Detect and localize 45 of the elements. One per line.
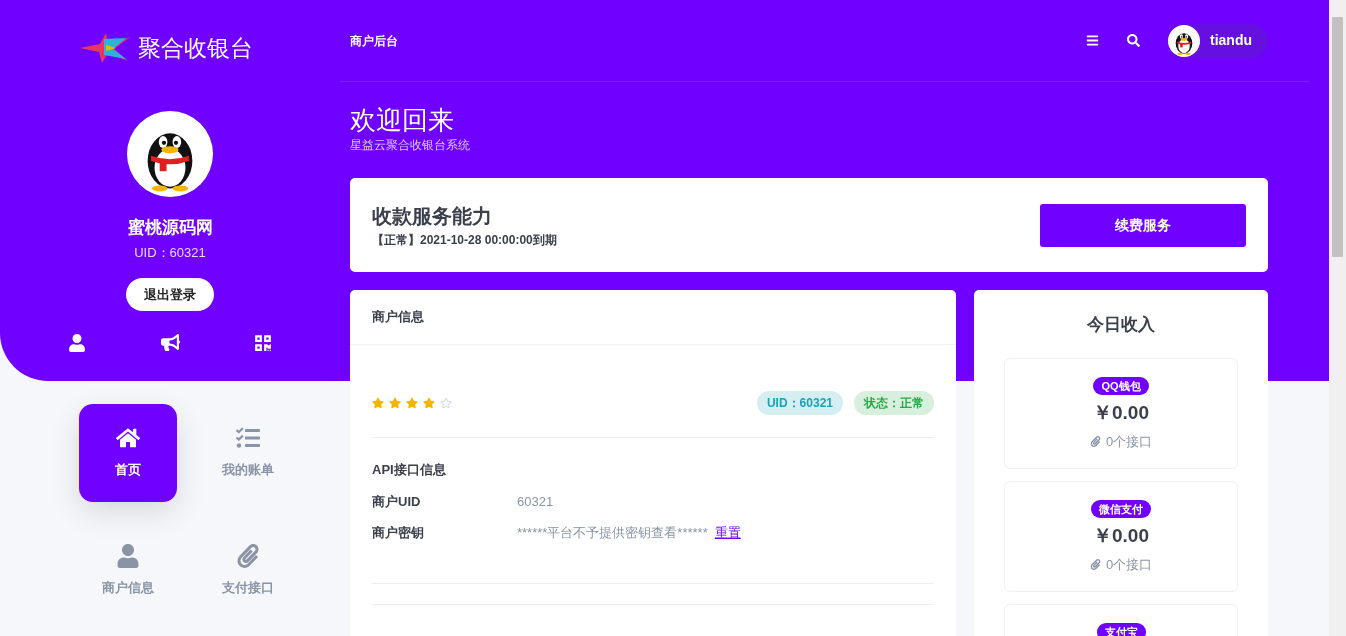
service-status: 【正常】2021-10-28 00:00:00到期: [372, 232, 557, 249]
income-amount: ￥0.00: [1093, 401, 1149, 425]
income-title: 今日收入: [1087, 314, 1155, 336]
logout-button[interactable]: 退出登录: [126, 278, 214, 311]
star-icon: [406, 397, 418, 409]
api-title: API接口信息: [372, 461, 447, 479]
field-label: 商户密钥: [372, 524, 425, 542]
search-icon[interactable]: [1127, 34, 1140, 47]
channel-tag: 微信支付: [1091, 499, 1151, 518]
star-icon: [440, 397, 452, 409]
star-icon: [423, 397, 435, 409]
status-tag: UID：60321: [756, 391, 843, 415]
checklist-icon: [236, 426, 260, 451]
logo-icon: [80, 33, 130, 63]
qr-code-icon[interactable]: [254, 333, 272, 352]
channel-tag: QQ钱包: [1093, 376, 1149, 395]
brand-name: 聚合收银台: [138, 33, 253, 63]
profile-name: 蜜桃源码网: [127, 217, 213, 239]
merchant-tab[interactable]: 商户信息: [372, 307, 424, 327]
paperclip-icon: [1089, 435, 1101, 447]
status-tag: 状态：正常: [854, 391, 934, 415]
reset-link[interactable]: 重置: [714, 523, 741, 543]
megaphone-icon[interactable]: [160, 333, 180, 352]
field-value: 60321: [517, 492, 554, 511]
service-title: 收款服务能力: [372, 204, 493, 229]
scrollbar[interactable]: [1329, 0, 1346, 636]
star-icon: [372, 397, 384, 409]
menu-icon[interactable]: [1086, 34, 1099, 47]
user-icon[interactable]: [68, 333, 86, 352]
profile-uid: UID：60321: [134, 243, 206, 262]
renew-button[interactable]: 续费服务: [1040, 203, 1246, 247]
user-avatar: [1168, 24, 1200, 57]
user-icon: [116, 544, 140, 569]
nav-tile[interactable]: 首页: [79, 404, 177, 502]
field-label: 商户UID: [372, 492, 422, 511]
paperclip-icon: [236, 544, 260, 569]
field-value: ******平台不予提供密钥查看******: [517, 524, 708, 542]
welcome-title: 欢迎回来: [350, 104, 455, 136]
star-icon: [389, 397, 401, 409]
income-amount: ￥0.00: [1093, 524, 1149, 548]
interface-count: 0个接口: [1105, 432, 1153, 451]
interface-count: 0个接口: [1105, 555, 1153, 574]
page-title: 商户后台: [350, 32, 398, 50]
paperclip-icon: [1089, 558, 1101, 570]
welcome-subtitle: 星益云聚合收银台系统: [350, 137, 471, 154]
